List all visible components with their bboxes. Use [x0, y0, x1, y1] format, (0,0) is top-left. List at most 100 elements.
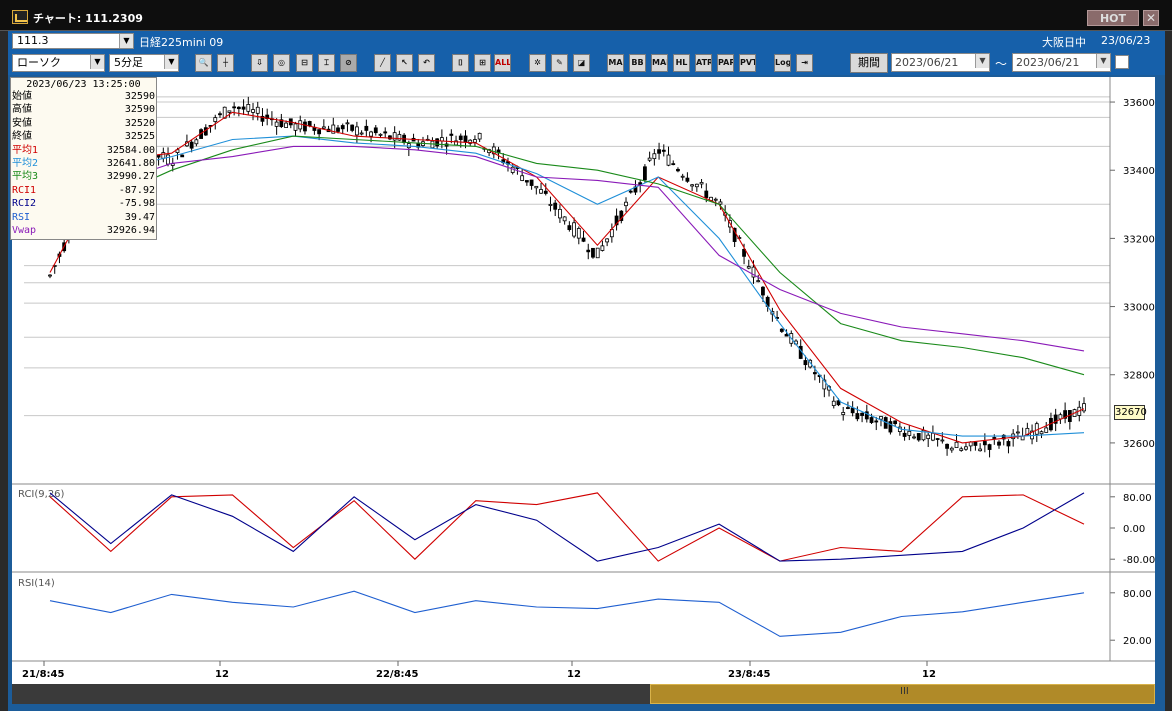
candle-body: [1058, 414, 1063, 420]
candle-body: [246, 104, 251, 112]
find-icon[interactable]: ◎: [273, 54, 290, 72]
candle-body: [713, 198, 718, 201]
candle-body: [255, 106, 260, 114]
period-checkbox[interactable]: [1115, 55, 1129, 69]
candle-body: [931, 432, 935, 441]
line-平均3: [49, 135, 1085, 376]
info-value: 32584.00: [106, 144, 155, 156]
chart-type-value: ローソク: [17, 56, 61, 69]
candle-body: [595, 247, 600, 259]
info-value: 39.47: [124, 211, 155, 223]
info-key: RCI1: [12, 184, 37, 196]
date-separator: ～: [995, 57, 1008, 71]
candle-body: [364, 125, 369, 131]
info-value: 32520: [124, 117, 155, 129]
info-key: Vwap: [12, 225, 37, 236]
info-datetime: 2023/06/23 13:25:00: [26, 79, 141, 90]
candle-body: [869, 417, 874, 423]
interval-select[interactable]: 5分足 ▼: [109, 54, 179, 72]
scrollbar-grip[interactable]: III: [900, 686, 909, 697]
info-key: 平均1: [12, 144, 39, 156]
cursor-icon[interactable]: ↖: [396, 54, 413, 72]
candle-body: [439, 137, 444, 142]
chevron-down-icon[interactable]: ▼: [90, 55, 104, 69]
rci-label: RCI(9,26): [18, 489, 65, 500]
info-value: 32641.80: [106, 158, 155, 169]
candle-body: [954, 441, 959, 448]
chevron-down-icon[interactable]: ▼: [1096, 54, 1110, 68]
atr-button[interactable]: ATR: [695, 54, 712, 72]
log-button[interactable]: Log: [774, 54, 791, 72]
candle-body: [558, 208, 562, 219]
chevron-down-icon[interactable]: ▼: [164, 55, 178, 69]
hot-button[interactable]: HOT: [1087, 10, 1139, 26]
chart-type-select[interactable]: ローソク ▼: [12, 54, 105, 72]
zoom-icon[interactable]: 🔍: [195, 54, 212, 72]
mae-button[interactable]: MAE: [651, 54, 668, 72]
date-from-input[interactable]: 2023/06/21 ▼: [891, 53, 990, 72]
candle-body: [940, 439, 945, 442]
export-icon[interactable]: ⇥: [796, 54, 813, 72]
brush-icon[interactable]: ✎: [551, 54, 568, 72]
candle-body: [520, 175, 525, 181]
candle-body: [699, 182, 704, 185]
split-icon[interactable]: ⊞: [474, 54, 491, 72]
download-icon[interactable]: ⇩: [251, 54, 268, 72]
chart-canvas[interactable]: RCI(9,26) 80.00 0.00 -80.00 RSI(14) 80.00 20.…: [12, 77, 1155, 684]
candle-body: [373, 127, 378, 134]
ma-button[interactable]: MA: [607, 54, 624, 72]
trendline-icon[interactable]: ╱: [374, 54, 391, 72]
candle-body: [926, 434, 931, 439]
close-icon[interactable]: ✕: [1143, 10, 1159, 26]
candle-body: [567, 225, 572, 230]
chart-area[interactable]: RCI(9,26) 80.00 0.00 -80.00 RSI(14) 80.00 20.…: [12, 77, 1155, 684]
candle-mark-icon[interactable]: ⌷: [452, 54, 469, 72]
indicator-lines: [49, 111, 1085, 444]
crosshair-icon[interactable]: ┼: [217, 54, 234, 72]
info-key: 平均3: [12, 171, 39, 183]
undo-icon[interactable]: ↶: [418, 54, 435, 72]
price-tick-label: 32600: [1123, 439, 1155, 450]
candle-body: [227, 110, 232, 113]
candle-body: [189, 141, 194, 149]
line-平均2: [49, 135, 1085, 437]
chevron-down-icon[interactable]: ▼: [119, 34, 133, 48]
time-tick-label: 22/8:45: [376, 669, 418, 680]
pvt-button[interactable]: PVT: [739, 54, 756, 72]
candle-body: [666, 154, 671, 166]
time-tick-label: 12: [215, 669, 229, 680]
candle-body: [902, 432, 907, 437]
par-button[interactable]: PAR: [717, 54, 734, 72]
candle-body: [359, 132, 364, 135]
interval-value: 5分足: [114, 56, 143, 69]
time-tick-label: 12: [922, 669, 936, 680]
candle-body: [350, 124, 355, 131]
chevron-down-icon[interactable]: ▼: [975, 54, 989, 68]
settings-icon[interactable]: ✲: [529, 54, 546, 72]
candle-body: [161, 152, 166, 159]
bb-button[interactable]: BB: [629, 54, 646, 72]
date-to-input[interactable]: 2023/06/21 ▼: [1012, 53, 1111, 72]
candle-body: [241, 106, 246, 110]
period-button[interactable]: 期間: [850, 53, 888, 73]
candle-icon[interactable]: ⌶: [318, 54, 335, 72]
hl-button[interactable]: HL: [673, 54, 690, 72]
info-row: 安値 32520: [12, 118, 155, 130]
candle-body: [213, 117, 218, 122]
window-title: チャート: 111.2309: [33, 12, 143, 25]
info-value: 32990.27: [106, 171, 155, 183]
delete-icon[interactable]: ⊘: [340, 54, 357, 72]
time-tick-label: 12: [567, 669, 581, 680]
candle-body: [860, 412, 864, 416]
candle-body: [628, 190, 633, 193]
axes: 33600 33400 33200 33000 32800 32600 21/8:45 12 2…: [12, 77, 1155, 680]
candle-body: [576, 228, 581, 239]
candle-body: [449, 133, 454, 136]
info-value: 32590: [124, 104, 155, 116]
market-status: 大阪日中: [1042, 36, 1086, 49]
symbol-code-input[interactable]: 111.3 ▼: [12, 33, 134, 49]
color-icon[interactable]: ◪: [573, 54, 590, 72]
line-RSI: [49, 590, 1085, 637]
bar-icon[interactable]: ⊟: [296, 54, 313, 72]
all-button[interactable]: ALL: [494, 54, 511, 72]
